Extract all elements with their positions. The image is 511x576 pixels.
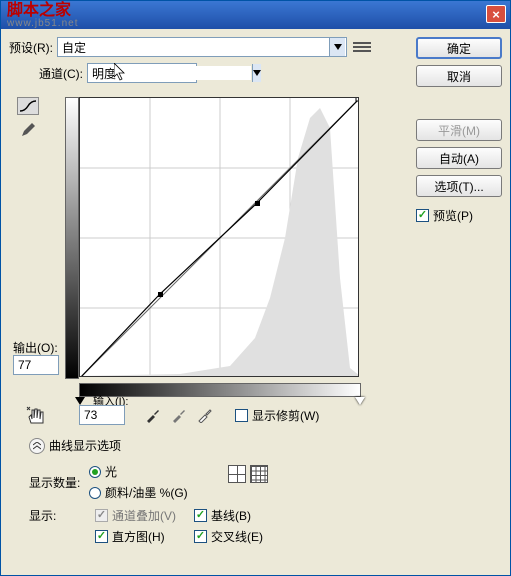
- intersection-label: 交叉线(E): [211, 528, 263, 545]
- close-icon: ×: [492, 7, 500, 22]
- channel-input[interactable]: [88, 66, 251, 80]
- curve-tools: [17, 97, 39, 139]
- input-row: 显示修剪(W): [79, 405, 319, 425]
- light-option[interactable]: 光: [89, 463, 188, 480]
- grid-size-icons: [228, 465, 268, 483]
- output-field[interactable]: [13, 355, 59, 375]
- show-row: 显示: 通道叠加(V) 基线(B) 直方图(H): [29, 507, 289, 545]
- curves-dialog: 脚本之家 www.jb51.net × 预设(R):: [0, 0, 511, 576]
- histogram-option[interactable]: 直方图(H): [95, 528, 176, 545]
- preset-row: 预设(R):: [9, 37, 399, 57]
- baseline-label: 基线(B): [211, 507, 251, 524]
- channel-overlay-option[interactable]: 通道叠加(V): [95, 507, 176, 524]
- chevron-up-double-icon: [33, 442, 41, 450]
- preview-label: 预览(P): [433, 207, 473, 224]
- histogram-checkbox[interactable]: [95, 530, 108, 543]
- channel-dropdown-button[interactable]: [252, 64, 261, 82]
- curve-point-tool[interactable]: [17, 97, 39, 115]
- curve-svg: [80, 98, 359, 377]
- curve-pencil-tool[interactable]: [17, 121, 39, 139]
- show-grid: 通道叠加(V) 基线(B) 直方图(H) 交叉线(E): [95, 507, 263, 545]
- auto-button[interactable]: 自动(A): [416, 147, 502, 169]
- show-clipping-checkbox[interactable]: [235, 409, 248, 422]
- eyedropper-icon: [145, 407, 161, 423]
- watermark-url: www.jb51.net: [7, 19, 78, 29]
- watermark-title: 脚本之家: [7, 3, 78, 19]
- collapse-toggle[interactable]: [29, 438, 45, 454]
- ok-button[interactable]: 确定: [416, 37, 502, 59]
- curve-options-row: 曲线显示选项: [29, 437, 121, 454]
- hand-icon: [25, 405, 49, 427]
- display-amount-row: 显示数量: 光 颜料/油墨 %(G): [29, 463, 289, 501]
- output-gradient: [65, 97, 79, 379]
- eyedropper-icon: [171, 407, 187, 423]
- pigment-radio[interactable]: [89, 487, 101, 499]
- curve-icon: [19, 99, 37, 113]
- dialog-body: 预设(R): 通道(C):: [1, 29, 510, 575]
- light-radio[interactable]: [89, 466, 101, 478]
- show-clipping-row: 显示修剪(W): [235, 407, 319, 424]
- right-panel: 确定 取消 平滑(M) 自动(A) 选项(T)... 预览(P): [416, 37, 502, 224]
- light-label: 光: [105, 463, 117, 480]
- pigment-option[interactable]: 颜料/油墨 %(G): [89, 484, 188, 501]
- close-button[interactable]: ×: [486, 5, 506, 23]
- gray-eyedropper[interactable]: [169, 405, 189, 425]
- channel-combo[interactable]: [87, 63, 197, 83]
- intersection-checkbox[interactable]: [194, 530, 207, 543]
- chevron-down-icon: [253, 70, 261, 76]
- pencil-icon: [20, 122, 36, 138]
- baseline-option[interactable]: 基线(B): [194, 507, 263, 524]
- show-clipping-label: 显示修剪(W): [252, 407, 319, 424]
- show-label: 显示:: [29, 507, 89, 524]
- preset-input[interactable]: [58, 40, 328, 54]
- left-column: 预设(R): 通道(C):: [9, 37, 399, 89]
- watermark: 脚本之家 www.jb51.net: [7, 3, 78, 29]
- eyedropper-icon: [197, 407, 213, 423]
- hand-tool[interactable]: [25, 405, 49, 430]
- pigment-label: 颜料/油墨 %(G): [105, 484, 188, 501]
- curve-options-label: 曲线显示选项: [49, 437, 121, 454]
- histogram-label: 直方图(H): [112, 528, 165, 545]
- smooth-button: 平滑(M): [416, 119, 502, 141]
- curve-grid[interactable]: [79, 97, 359, 377]
- display-amount-label: 显示数量:: [29, 474, 89, 491]
- grid-fine-button[interactable]: [250, 465, 268, 483]
- preview-row: 预览(P): [416, 207, 502, 224]
- input-field[interactable]: [79, 405, 125, 425]
- channel-overlay-label: 通道叠加(V): [112, 507, 176, 524]
- preset-combo[interactable]: [57, 37, 347, 57]
- cancel-button[interactable]: 取消: [416, 65, 502, 87]
- baseline-checkbox[interactable]: [194, 509, 207, 522]
- options-button[interactable]: 选项(T)...: [416, 175, 502, 197]
- titlebar[interactable]: 脚本之家 www.jb51.net ×: [1, 1, 510, 29]
- black-point-slider[interactable]: [75, 397, 85, 405]
- display-options: 显示数量: 光 颜料/油墨 %(G): [29, 463, 289, 545]
- eyedropper-group: [143, 405, 215, 425]
- curve-area: [79, 97, 359, 377]
- preset-menu-icon[interactable]: [353, 38, 371, 56]
- intersection-option[interactable]: 交叉线(E): [194, 528, 263, 545]
- channel-row: 通道(C):: [39, 63, 399, 83]
- grid-coarse-button[interactable]: [228, 465, 246, 483]
- channel-label: 通道(C):: [39, 65, 83, 82]
- channel-overlay-checkbox: [95, 509, 108, 522]
- preset-label: 预设(R):: [9, 39, 53, 56]
- output-label: 输出(O):: [13, 339, 58, 356]
- preview-checkbox[interactable]: [416, 209, 429, 222]
- chevron-down-icon: [334, 44, 342, 50]
- white-point-slider[interactable]: [355, 397, 365, 405]
- preset-dropdown-button[interactable]: [329, 38, 345, 56]
- black-eyedropper[interactable]: [143, 405, 163, 425]
- white-eyedropper[interactable]: [195, 405, 215, 425]
